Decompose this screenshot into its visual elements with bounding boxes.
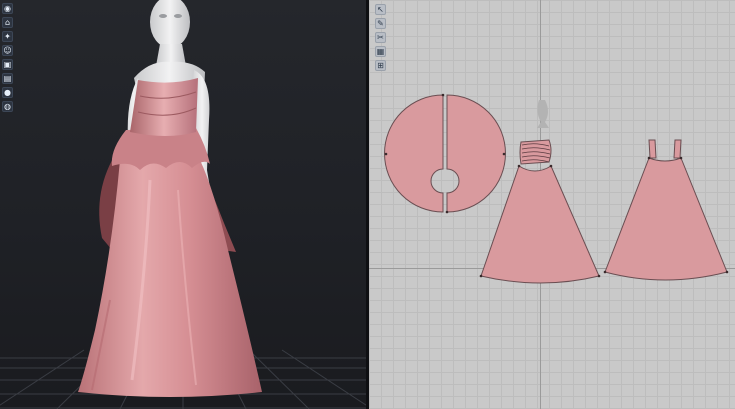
texture-icon[interactable]: ▦ <box>375 46 386 57</box>
person-icon[interactable]: ☺ <box>2 45 13 56</box>
back-strap-left <box>648 139 657 159</box>
avatar-head <box>150 0 190 48</box>
layer-icon[interactable]: ▤ <box>2 73 13 84</box>
3d-toolbar: ◉ ⌂ ✦ ☺ ▣ ▤ ● ◍ <box>2 3 13 112</box>
pattern-pieces <box>384 93 729 284</box>
back-strap-right <box>673 139 682 159</box>
grid-snap-icon[interactable]: ⊞ <box>375 60 386 71</box>
back-skirt-piece <box>604 157 728 281</box>
app-window: ◉ ⌂ ✦ ☺ ▣ ▤ ● ◍ ↖ ✎ ✂ ▦ ⊞ <box>0 0 735 409</box>
avatar-with-dress[interactable] <box>0 0 366 409</box>
front-skirt-piece <box>480 165 600 284</box>
bodice <box>130 78 198 136</box>
circle-skirt-left-piece <box>384 94 444 213</box>
light-icon[interactable]: ● <box>2 87 13 98</box>
avatar-pose-icon[interactable]: ✦ <box>2 31 13 42</box>
avatar-silhouette <box>537 100 549 128</box>
sphere-icon[interactable]: ◍ <box>2 101 13 112</box>
2d-toolbar: ↖ ✎ ✂ ▦ ⊞ <box>375 4 386 71</box>
circle-skirt-right-piece <box>446 94 506 213</box>
edit-point-icon[interactable]: ✎ <box>375 18 386 29</box>
transform-pattern-icon[interactable]: ↖ <box>375 4 386 15</box>
2d-pattern-viewport[interactable]: ↖ ✎ ✂ ▦ ⊞ <box>369 0 735 409</box>
cube-icon[interactable]: ▣ <box>2 59 13 70</box>
sewing-icon[interactable]: ✂ <box>375 32 386 43</box>
shirt-icon[interactable]: ⌂ <box>2 17 13 28</box>
globe-icon[interactable]: ◉ <box>2 3 13 14</box>
3d-viewport[interactable]: ◉ ⌂ ✦ ☺ ▣ ▤ ● ◍ <box>0 0 366 409</box>
